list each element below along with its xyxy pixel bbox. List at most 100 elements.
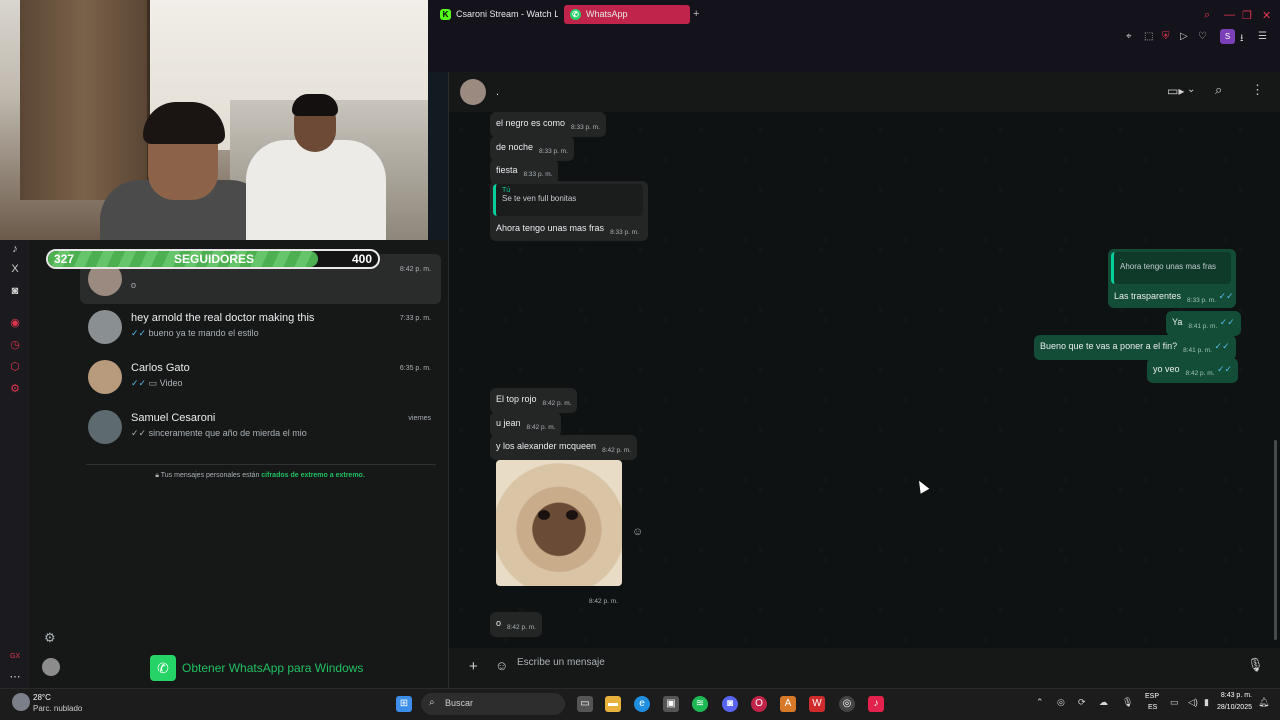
message-in[interactable]: y los alexander mcqueen 8:42 p. m. <box>490 435 637 460</box>
react-emoji-icon[interactable]: ☺ <box>632 526 643 538</box>
avatar <box>88 310 122 344</box>
encryption-note: 🔒︎ Tus mensajes personales están cifrado… <box>80 472 440 480</box>
volume-icon[interactable]: ◁) <box>1188 697 1198 708</box>
scrollbar-thumb[interactable] <box>1274 440 1277 640</box>
message-out-reply[interactable]: . Ahora tengo unas mas fras Las trasparen… <box>1108 249 1236 308</box>
chevron-up-icon[interactable]: ⌃ <box>1036 697 1044 708</box>
message-in[interactable]: El top rojo 8:42 p. m. <box>490 388 578 413</box>
menu-icon[interactable]: ☰ <box>1258 31 1267 42</box>
image-eye-right <box>566 510 578 520</box>
attach-plus-icon[interactable]: + <box>469 658 478 675</box>
windows-start-icon[interactable]: ⊞ <box>396 696 412 712</box>
sticker-icon[interactable]: ☺ <box>495 658 508 673</box>
more-icon[interactable]: ⋯ <box>8 670 22 684</box>
tab-label: Csaroni Stream - Watch L <box>456 9 558 19</box>
message-in[interactable]: de noche 8:33 p. m. <box>490 136 574 161</box>
quoted-message[interactable]: Tú Se te ven full bonitas <box>493 184 643 216</box>
contact-avatar[interactable] <box>460 79 486 105</box>
chat-header: . ▭▸ ⌄ ⌕ ⋮ <box>448 72 1280 112</box>
search-label: Buscar <box>445 698 474 708</box>
chat-item-2[interactable]: Carlos Gato ✓✓ ▭ Video 6:35 p. m. <box>80 354 441 404</box>
task-view-icon[interactable]: ▭ <box>577 696 593 712</box>
chat-preview: o <box>131 280 137 290</box>
message-out[interactable]: yo veo 8:42 p. m. ✓✓ <box>1147 358 1239 383</box>
notification-icon[interactable]: 🔔︎ <box>1258 697 1269 708</box>
opera-gx-icon[interactable]: O <box>751 696 767 712</box>
lock-icon: 🔒︎ <box>155 472 159 479</box>
monkey-image[interactable] <box>496 460 622 586</box>
tab-csaroni-stream[interactable]: K Csaroni Stream - Watch L <box>434 5 558 24</box>
download-icon[interactable]: ⭳ <box>1240 31 1244 48</box>
chevron-down-icon[interactable]: ⌄ <box>1187 84 1195 95</box>
edge-icon[interactable]: e <box>634 696 650 712</box>
new-tab-icon[interactable]: + <box>693 8 699 20</box>
spotify-icon[interactable]: ≋ <box>692 696 708 712</box>
sync-icon[interactable]: ⟳ <box>1078 697 1086 708</box>
search-icon[interactable]: ⌕ <box>1215 82 1222 98</box>
weather-icon[interactable] <box>12 693 30 711</box>
discord-icon[interactable]: ◙ <box>722 696 738 712</box>
pin-icon[interactable]: ⌖ <box>1126 31 1132 42</box>
message-in-reply[interactable]: Tú Se te ven full bonitas Ahora tengo una… <box>490 181 648 241</box>
chat-time: 7:33 p. m. <box>399 315 431 322</box>
extensions-icon[interactable]: ⬡ <box>8 360 22 374</box>
discord-icon[interactable]: ◙ <box>8 284 22 298</box>
message-in[interactable]: o 8:42 p. m. <box>490 612 542 637</box>
history-icon[interactable]: ◷ <box>8 338 22 352</box>
store-icon[interactable]: ▣ <box>663 696 679 712</box>
play-icon[interactable]: ▷ <box>1180 31 1188 42</box>
search-icon[interactable]: ⌕ <box>1204 9 1210 22</box>
chat-item-1[interactable]: hey arnold the real doctor making this ✓… <box>80 304 441 354</box>
mic-icon[interactable]: 🎙︎ <box>1122 697 1133 708</box>
image-time: 8:42 p. m. <box>589 598 618 605</box>
microphone-icon[interactable]: 🎙︎ <box>1247 657 1264 673</box>
close-icon[interactable]: ✕ <box>1262 9 1271 22</box>
file-explorer-icon[interactable]: ▬ <box>605 696 621 712</box>
message-input[interactable]: Escribe un mensaje <box>517 657 605 668</box>
restore-icon[interactable]: ❐ <box>1242 9 1252 22</box>
quoted-message[interactable]: . Ahora tengo unas mas fras <box>1111 252 1231 284</box>
message-out[interactable]: Bueno que te vas a poner a el fin? 8:41 p… <box>1034 335 1236 360</box>
profile-avatar[interactable] <box>42 658 60 676</box>
tab-label: WhatsApp <box>586 9 628 19</box>
chat-item-3[interactable]: Samuel Cesaroni ✓✓ sinceramente que año … <box>80 404 441 454</box>
heart-icon[interactable]: ♡ <box>1198 31 1207 42</box>
language-indicator[interactable]: ESP <box>1145 693 1159 700</box>
get-app-label: Obtener WhatsApp para Windows <box>182 661 364 675</box>
settings-gear-icon[interactable]: ⚙ <box>8 382 22 396</box>
shield-icon[interactable]: ⛨ <box>1162 31 1170 42</box>
minimize-icon[interactable]: — <box>1224 9 1235 21</box>
tiktok-icon[interactable]: ♪ <box>868 696 884 712</box>
video-call-icon[interactable]: ▭▸ <box>1167 84 1184 98</box>
tray-app-icon[interactable]: ◎ <box>1057 697 1065 708</box>
profile-icon[interactable]: S <box>1220 29 1235 44</box>
cloud-icon[interactable]: ☁ <box>1099 697 1108 708</box>
record-icon[interactable]: ◉ <box>8 316 22 330</box>
weather-desc: Parc. nublado <box>33 704 83 713</box>
message-out[interactable]: Ya 8:41 p. m. ✓✓ <box>1166 311 1241 336</box>
app-icon[interactable]: A <box>780 696 796 712</box>
followers-goal-bar: 327 SEGUIDORES 400 <box>46 249 380 269</box>
encryption-link[interactable]: cifrados de extremo a extremo. <box>261 472 365 479</box>
x-icon[interactable]: X <box>8 262 22 276</box>
kebab-menu-icon[interactable]: ⋮ <box>1251 82 1264 98</box>
network-icon[interactable]: ▭ <box>1170 697 1179 708</box>
chat-time: viernes <box>408 415 431 422</box>
weather-temp[interactable]: 28°C <box>33 693 51 702</box>
steam-icon[interactable]: ◎ <box>839 696 855 712</box>
message-in[interactable]: u jean 8:42 p. m. <box>490 412 562 437</box>
clock-time[interactable]: 8:43 p. m. <box>1218 692 1252 699</box>
webcam-overlay <box>0 0 428 240</box>
tab-whatsapp[interactable]: ✆ WhatsApp <box>564 5 690 24</box>
wps-icon[interactable]: W <box>809 696 825 712</box>
encryption-text: Tus mensajes personales están <box>160 472 262 479</box>
message-in[interactable]: el negro es como 8:33 p. m. <box>490 112 606 137</box>
cam-person-2 <box>246 140 386 240</box>
taskbar-search[interactable]: ⌕ Buscar <box>421 693 565 715</box>
snapshot-icon[interactable]: ⬚ <box>1144 31 1153 42</box>
chat-list-divider <box>86 464 436 465</box>
contact-name[interactable]: . <box>496 86 499 98</box>
tiktok-icon[interactable]: ♪ <box>8 242 22 256</box>
settings-icon[interactable]: ⚙ <box>44 630 56 646</box>
search-icon: ⌕ <box>429 697 435 708</box>
